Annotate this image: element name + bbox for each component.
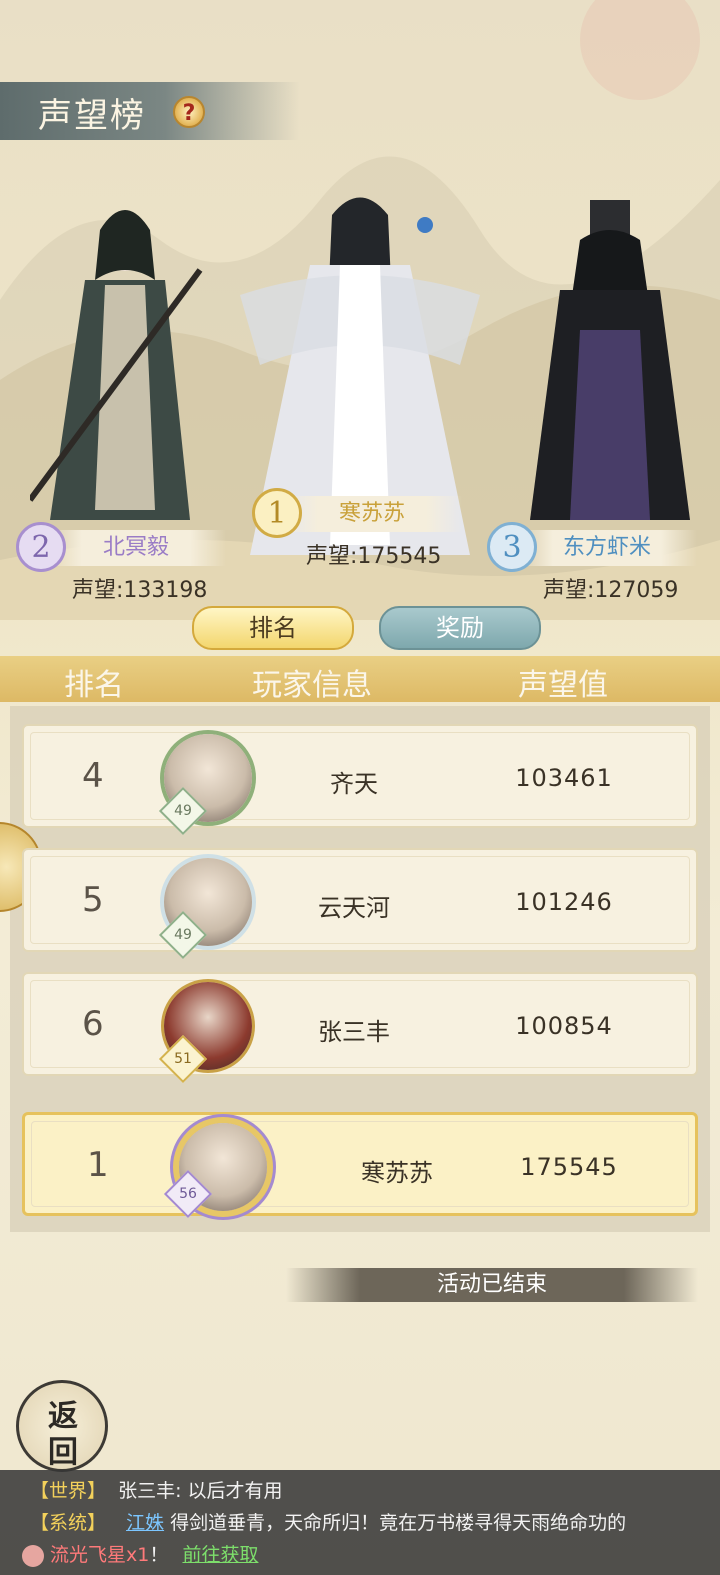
world-tag: 【世界】 bbox=[30, 1480, 107, 1502]
podium-name: 寒苏苏 bbox=[282, 496, 462, 532]
item-name: 流光飞星x1 bbox=[50, 1544, 150, 1566]
world-message: 张三丰: 以后才有用 bbox=[118, 1480, 283, 1502]
item-suffix: ！ bbox=[149, 1544, 169, 1566]
system-user-link[interactable]: 江姝 bbox=[126, 1512, 164, 1534]
table-header: 排名 玩家信息 声望值 bbox=[0, 656, 720, 703]
chat-line-system: 【系统】 江姝 得剑道垂青，天命所归！竟在万书楼寻得天雨绝命功的 bbox=[30, 1508, 626, 1535]
back-button[interactable]: 返 回 bbox=[16, 1380, 108, 1472]
item-icon bbox=[22, 1544, 44, 1567]
player-reputation: 103461 bbox=[515, 764, 613, 792]
tab-rank[interactable]: 排名 bbox=[192, 606, 354, 650]
table-row[interactable]: 4 49 齐天 103461 bbox=[22, 724, 698, 836]
podium-reputation: 声望:127059 bbox=[543, 578, 679, 603]
activity-ended-status: 活动已结束 bbox=[286, 1268, 698, 1302]
question-icon[interactable]: ? bbox=[173, 96, 205, 128]
goto-link[interactable]: 前往获取 bbox=[182, 1544, 258, 1566]
podium-rank-1[interactable]: 寒苏苏 1 声望:175545 bbox=[252, 488, 462, 569]
row-rank: 4 bbox=[82, 756, 104, 796]
page-title: 声望榜 bbox=[38, 96, 146, 136]
rank-badge-3: 3 bbox=[487, 522, 537, 572]
column-value: 声望值 bbox=[518, 668, 608, 703]
podium-rank-2[interactable]: 北冥毅 2 声望:133198 bbox=[16, 522, 226, 603]
player-reputation: 100854 bbox=[515, 1012, 613, 1040]
table-row[interactable]: 5 49 云天河 101246 bbox=[22, 848, 698, 960]
row-rank: 6 bbox=[82, 1004, 104, 1044]
podium-reputation: 声望:133198 bbox=[72, 578, 208, 603]
back-label-2: 回 bbox=[48, 1435, 78, 1470]
podium-rank-3[interactable]: 东方虾米 3 声望:127059 bbox=[487, 522, 697, 603]
podium-reputation: 声望:175545 bbox=[306, 544, 442, 569]
rank-badge-2: 2 bbox=[16, 522, 66, 572]
rank-badge-1: 1 bbox=[252, 488, 302, 538]
player-name: 张三丰 bbox=[318, 1018, 390, 1046]
player-name: 寒苏苏 bbox=[361, 1159, 433, 1187]
system-message: 得剑道垂青，天命所归！竟在万书楼寻得天雨绝命功的 bbox=[170, 1512, 627, 1534]
chat-line-world: 【世界】 张三丰: 以后才有用 bbox=[30, 1476, 283, 1503]
podium-name: 东方虾米 bbox=[517, 530, 697, 566]
table-row[interactable]: 6 51 张三丰 100854 bbox=[22, 972, 698, 1084]
chat-line-item: 流光飞星x1！ 前往获取 bbox=[22, 1540, 258, 1567]
player-name: 齐天 bbox=[330, 770, 378, 798]
tab-reward[interactable]: 奖励 bbox=[379, 606, 541, 650]
player-name: 云天河 bbox=[318, 894, 390, 922]
row-rank: 5 bbox=[82, 880, 104, 920]
character-rank-3 bbox=[530, 200, 690, 520]
system-tag: 【系统】 bbox=[30, 1512, 107, 1534]
podium-name: 北冥毅 bbox=[46, 530, 226, 566]
row-rank: 1 bbox=[87, 1145, 109, 1185]
character-rank-2 bbox=[30, 210, 203, 520]
column-player: 玩家信息 bbox=[252, 668, 372, 703]
column-rank: 排名 bbox=[64, 668, 124, 703]
my-rank-row[interactable]: 1 56 寒苏苏 175545 bbox=[22, 1112, 698, 1219]
chat-panel[interactable]: 【世界】 张三丰: 以后才有用 【系统】 江姝 得剑道垂青，天命所归！竟在万书楼… bbox=[0, 1470, 720, 1575]
player-reputation: 175545 bbox=[520, 1153, 618, 1181]
player-reputation: 101246 bbox=[515, 888, 613, 916]
